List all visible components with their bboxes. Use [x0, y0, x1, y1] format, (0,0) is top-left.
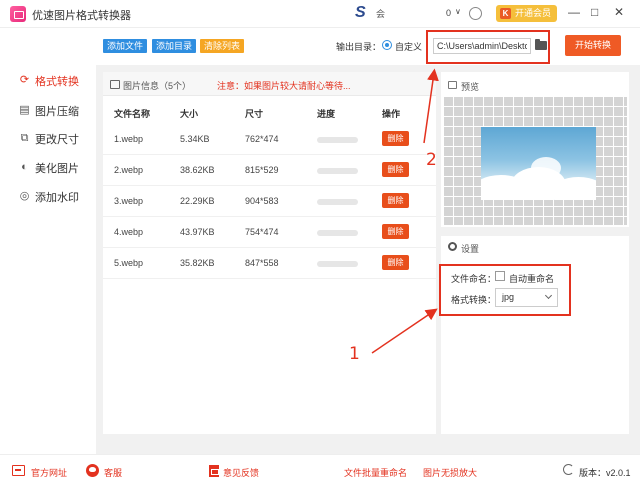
annotation-number-2: 2	[426, 150, 437, 170]
annotation-number-1: 1	[349, 344, 360, 364]
home-icon[interactable]	[12, 465, 25, 476]
service-link[interactable]: 客服	[104, 466, 122, 479]
lossless-enlarge-link[interactable]: 图片无损放大	[423, 466, 477, 479]
batch-rename-link[interactable]: 文件批量重命名	[344, 466, 407, 479]
feedback-icon[interactable]	[209, 465, 219, 477]
arrow-2	[423, 68, 439, 144]
service-icon[interactable]	[86, 464, 99, 477]
annotation-arrows	[371, 68, 439, 354]
website-link[interactable]: 官方网址	[31, 466, 67, 479]
feedback-link[interactable]: 意见反馈	[223, 466, 259, 479]
version-label: 版本：v2.0.1	[579, 468, 631, 478]
footer: 官方网址 客服 意见反馈 文件批量重命名 图片无损放大 版本：v2.0.1	[0, 454, 640, 486]
refresh-icon[interactable]	[563, 464, 574, 475]
arrow-1	[371, 308, 438, 354]
